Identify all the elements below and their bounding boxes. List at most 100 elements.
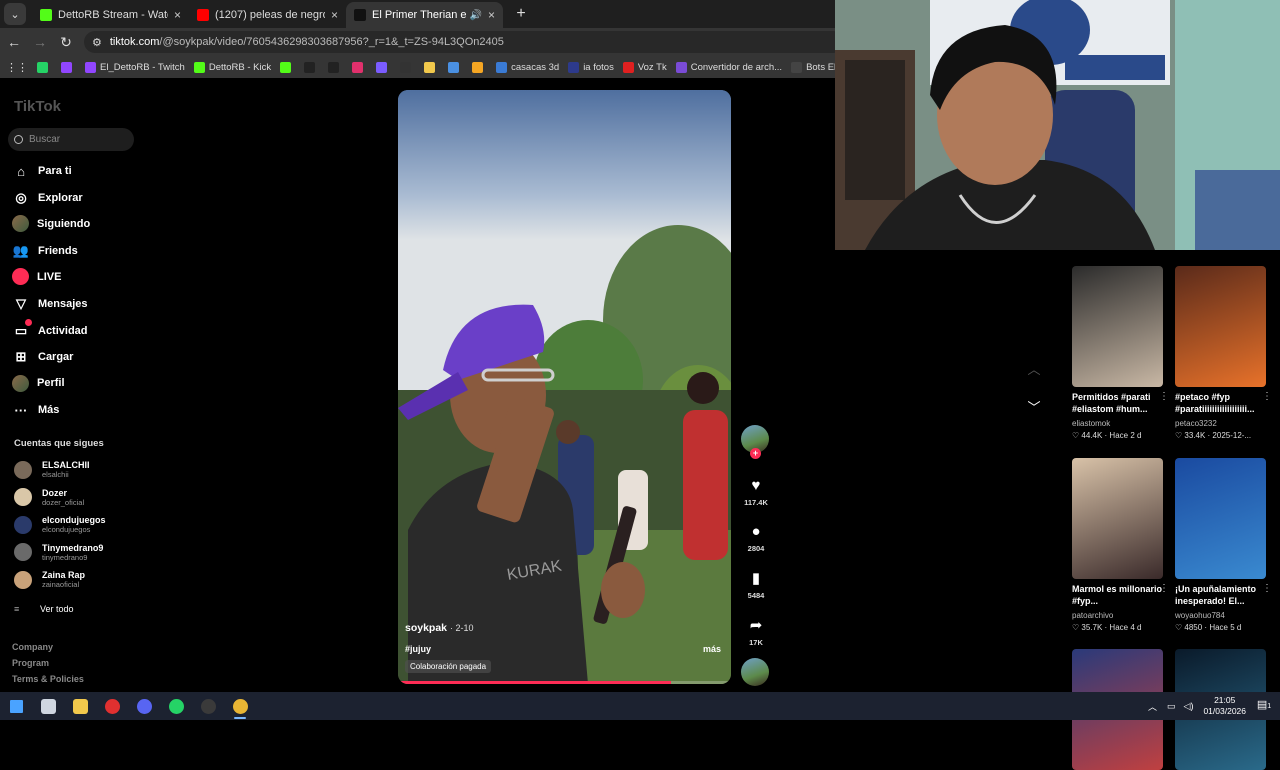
discord-icon[interactable] [128, 692, 160, 720]
search-input[interactable]: Buscar [8, 128, 134, 151]
sidebar-item-parati[interactable]: ⌂ Para ti [12, 162, 72, 180]
video-thumbnail[interactable] [1072, 458, 1163, 579]
bookmark-item[interactable] [376, 61, 391, 73]
sidebar-item-cargar[interactable]: ⊞ Cargar [12, 348, 74, 366]
video-progress-bar[interactable] [398, 681, 731, 684]
comment-action[interactable]: ● 2804 [741, 520, 771, 554]
chevron-up-icon[interactable]: ︿ [1024, 358, 1044, 378]
bookmark-item[interactable] [280, 61, 295, 73]
video-title: #petaco #fyp #paratiiiiiiiiiiiiiiiiii... [1175, 392, 1255, 414]
recommended-video-card[interactable]: #petaco #fyp #paratiiiiiiiiiiiiiiiiii...… [1175, 266, 1272, 440]
new-tab-button[interactable]: + [509, 2, 533, 26]
tiktok-logo[interactable]: TikTok [14, 98, 61, 115]
bookmark-item[interactable] [472, 61, 487, 73]
search-placeholder: Buscar [29, 134, 61, 145]
address-bar[interactable]: ⚙ tiktok.com/@soykpak/video/760543629830… [84, 31, 844, 53]
volume-icon[interactable]: ◁) [1184, 701, 1194, 712]
more-options-icon[interactable]: ⋮ [1262, 583, 1272, 594]
bookmark-item[interactable]: Voz Tk [622, 61, 667, 73]
video-player[interactable]: KURAK soykpak · 2-10 #jujuy más Colabora… [398, 90, 731, 684]
share-action[interactable]: ➦ 17K [741, 614, 771, 647]
bookmark-item[interactable]: Bots Eliminar [791, 61, 840, 73]
footer-link[interactable]: Terms & Policies [12, 674, 84, 684]
whatsapp-icon[interactable] [160, 692, 192, 720]
back-button[interactable]: ← [2, 30, 26, 54]
bookmark-item[interactable] [328, 61, 343, 73]
reload-button[interactable]: ↻ [54, 30, 78, 54]
task-view-icon[interactable] [32, 692, 64, 720]
browser-tab[interactable]: DettoRB Stream - Watch Live on Kick × [32, 2, 189, 28]
account-name: ELSALCHII [42, 460, 90, 470]
sidebar-item-actividad[interactable]: ▭ Actividad [12, 318, 88, 340]
sidebar-item-live[interactable]: LIVE [12, 268, 61, 286]
chrome-icon[interactable] [224, 692, 256, 720]
sidebar-item-friends[interactable]: 👥 Friends [12, 242, 78, 260]
notification-icon[interactable]: ▤1 [1256, 698, 1272, 714]
sidebar-item-ms[interactable]: ··· Más [12, 401, 60, 419]
following-account[interactable]: ELSALCHII elsalchii [14, 460, 90, 479]
follow-plus-button[interactable]: + [750, 448, 761, 459]
bookmark-item[interactable]: casacas 3d [496, 61, 559, 73]
sidebar-item-mensajes[interactable]: ▽ Mensajes [12, 295, 88, 313]
recommended-video-card[interactable]: ¡Un apuñalamiento inesperado! El... woyao… [1175, 458, 1272, 632]
video-thumbnail[interactable] [1072, 266, 1163, 387]
more-options-icon[interactable]: ⋮ [1159, 391, 1169, 402]
bookmark-item[interactable] [400, 61, 415, 73]
bookmark-item[interactable]: DettoRB - Kick [193, 61, 271, 73]
video-more-link[interactable]: más [703, 644, 721, 654]
bookmark-favicon-icon [791, 61, 803, 73]
bookmark-item[interactable] [61, 61, 76, 73]
bookmark-item[interactable] [304, 61, 319, 73]
bookmark-item[interactable] [424, 61, 439, 73]
footer-link[interactable]: Company [12, 642, 53, 652]
save-action[interactable]: ▮ 5484 [741, 567, 771, 600]
clock[interactable]: 21:05 01/03/2026 [1203, 695, 1246, 717]
like-action[interactable]: ♥ 117.4K [741, 474, 771, 508]
forward-button[interactable]: → [28, 30, 52, 54]
windows-start-icon[interactable] [0, 692, 32, 720]
bookmark-item[interactable] [448, 61, 463, 73]
following-account[interactable]: Zaina Rap zainaoficial [14, 570, 85, 589]
video-author[interactable]: soykpak · 2-10 [405, 622, 473, 634]
tab-close-icon[interactable]: × [331, 8, 338, 22]
bookmark-item[interactable]: ia fotos [568, 61, 614, 73]
site-info-icon[interactable]: ⚙ [92, 36, 102, 49]
tab-close-icon[interactable]: × [488, 8, 495, 22]
sidebar-item-label: Siguiendo [37, 217, 91, 230]
footer-link[interactable]: Program [12, 658, 49, 668]
chevron-down-icon[interactable]: ﹀ [1024, 396, 1044, 416]
video-hashtag[interactable]: #jujuy [405, 644, 431, 654]
more-options-icon[interactable]: ⋮ [1159, 583, 1169, 594]
recommended-video-card[interactable]: Permitidos #parati #eliastom #hum... elia… [1072, 266, 1169, 440]
sound-disc-avatar[interactable] [741, 658, 769, 686]
video-thumbnail[interactable] [1175, 458, 1266, 579]
bookmark-item[interactable]: Convertidor de arch... [675, 61, 782, 73]
network-icon[interactable]: ▭ [1167, 701, 1176, 712]
bookmark-favicon-icon [193, 61, 205, 73]
more-options-icon[interactable]: ⋮ [1262, 391, 1272, 402]
bookmark-item[interactable] [352, 61, 367, 73]
browser-tab[interactable]: (1207) peleas de negros - YouTube × [189, 2, 346, 28]
comment-icon: ● [751, 522, 761, 540]
tab-search-button[interactable]: ⌄ [4, 3, 26, 25]
obs-icon[interactable] [192, 692, 224, 720]
video-thumbnail[interactable] [1175, 266, 1266, 387]
following-account[interactable]: Tinymedrano9 tinymedrano9 [14, 543, 103, 562]
following-account[interactable]: elcondujuegos elcondujuegos [14, 515, 106, 534]
following-account[interactable]: Dozer dozer_oficial [14, 488, 84, 507]
apps-grid-icon[interactable]: ⋮⋮ [6, 61, 28, 74]
tray-chevron-icon[interactable]: ︿ [1148, 700, 1157, 713]
bookmark-item[interactable] [37, 61, 52, 73]
messages-icon: ▽ [16, 296, 26, 311]
sidebar-item-siguiendo[interactable]: Siguiendo [12, 215, 91, 233]
streaming-app-icon[interactable] [96, 692, 128, 720]
recommended-video-card[interactable]: Marmol es millonario #fyp... patoarchivo ♡… [1072, 458, 1169, 632]
file-explorer-icon[interactable] [64, 692, 96, 720]
sidebar-item-explorar[interactable]: ◎ Explorar [12, 189, 82, 207]
bookmark-item[interactable]: El_DettoRB - Twitch [85, 61, 185, 73]
tab-audio-icon[interactable]: 🔊 [470, 10, 482, 21]
tab-close-icon[interactable]: × [174, 8, 181, 22]
sidebar-item-perfil[interactable]: Perfil [12, 374, 65, 392]
see-all-button[interactable]: ≡ Ver todo [14, 604, 74, 614]
browser-tab[interactable]: El Primer Therian en Jujuy: 🔊 × [346, 2, 503, 28]
